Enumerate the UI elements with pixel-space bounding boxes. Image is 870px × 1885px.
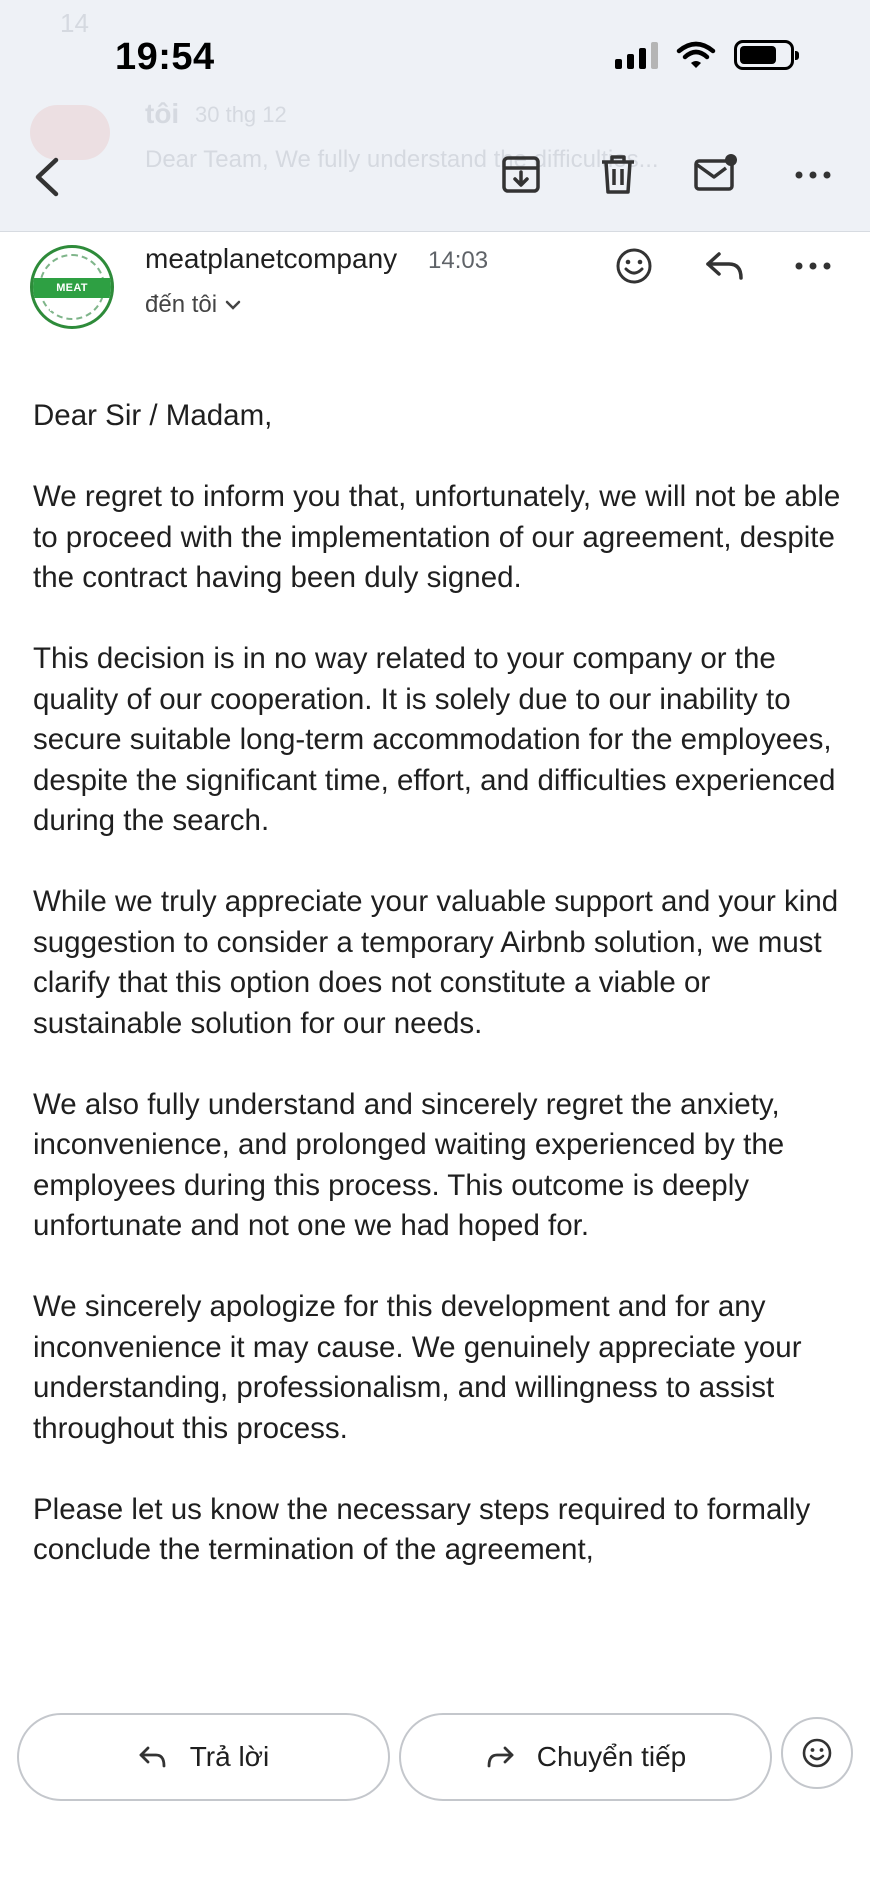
status-time: 19:54	[115, 36, 215, 78]
body-paragraph: While we truly appreciate your valuable …	[33, 885, 839, 1040]
body-paragraph: We regret to inform you that, unfortunat…	[33, 480, 841, 594]
battery-icon	[734, 40, 799, 70]
emoji-icon[interactable]	[614, 246, 654, 286]
forward-label: Chuyển tiếp	[536, 1741, 687, 1772]
preview-date: 30 thg 12	[195, 102, 287, 127]
forward-button[interactable]: Chuyển tiếp	[399, 1713, 772, 1801]
recipient-toggle[interactable]: đến tôi	[145, 291, 241, 319]
preview-snippet: Dear Team, We fully understand the diffi…	[145, 146, 659, 173]
status-icons	[615, 40, 799, 70]
mail-unread-icon[interactable]	[693, 152, 739, 196]
chevron-left-icon[interactable]	[28, 155, 68, 199]
reply-icon	[139, 1746, 166, 1768]
sender-avatar[interactable]: MEAT PLANET	[30, 245, 114, 329]
preview-sender: tôi	[145, 98, 180, 129]
email-body: Dear Sir / Madam, We regret to inform yo…	[33, 396, 843, 1611]
thread-count: 14	[60, 8, 89, 38]
wifi-icon	[676, 41, 716, 68]
more-horizontal-icon[interactable]	[793, 152, 833, 196]
emoji-reaction-button[interactable]	[781, 1717, 853, 1789]
cellular-signal-icon	[615, 41, 658, 69]
trash-icon[interactable]	[596, 152, 640, 196]
body-paragraph: Dear Sir / Madam,	[33, 399, 273, 432]
recipient-label: đến tôi	[145, 291, 218, 318]
reply-icon[interactable]	[703, 248, 747, 284]
preview-avatar	[30, 105, 110, 160]
forward-icon	[487, 1746, 514, 1768]
more-horizontal-icon[interactable]	[793, 250, 833, 280]
reply-button[interactable]: Trả lời	[17, 1713, 390, 1801]
body-paragraph: We sincerely apologize for this developm…	[33, 1290, 802, 1445]
archive-icon[interactable]	[499, 152, 543, 196]
body-paragraph: We also fully understand and sincerely r…	[33, 1087, 785, 1243]
reply-label: Trả lời	[189, 1741, 270, 1772]
sender-name[interactable]: meatplanetcompany	[145, 243, 397, 275]
body-paragraph: Please let us know the necessary steps r…	[33, 1492, 811, 1567]
chevron-down-icon	[225, 300, 241, 310]
logo-text: MEAT PLANET	[33, 278, 111, 314]
body-paragraph: This decision is in no way related to yo…	[33, 642, 836, 837]
emoji-icon	[802, 1738, 832, 1768]
sender-time: 14:03	[428, 247, 489, 274]
top-header: 14 tôi 30 thg 12 Dear Team, We fully und…	[0, 0, 870, 232]
bottom-action-bar: Trả lời Chuyển tiếp	[0, 1690, 870, 1885]
